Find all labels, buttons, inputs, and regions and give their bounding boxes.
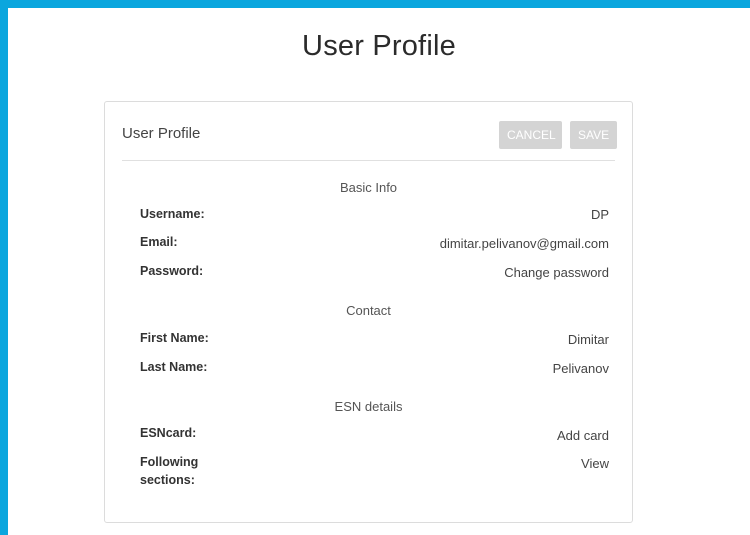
section-title-basic-info: Basic Info [339, 180, 398, 195]
first-name-value: Dimitar [567, 332, 609, 347]
following-sections-label: Following sections: [140, 455, 199, 487]
password-label: Password: [140, 264, 204, 278]
first-name-label: First Name: [140, 331, 209, 345]
username-value: DP [590, 207, 609, 222]
email-value: dimitar.pelivanov@gmail.com [439, 236, 609, 251]
last-name-value: Pelivanov [552, 361, 609, 376]
card-header: User Profile CANCEL SAVE [122, 102, 617, 161]
profile-card: User Profile CANCEL SAVE Basic Info User… [104, 101, 633, 523]
section-title-esn-details: ESN details [334, 399, 403, 414]
username-label: Username: [140, 207, 205, 221]
save-button[interactable]: SAVE [570, 121, 617, 149]
card-title: User Profile [122, 125, 201, 142]
esncard-label: ESNcard: [140, 426, 197, 440]
change-password-link[interactable]: Change password [504, 264, 609, 282]
cancel-button[interactable]: CANCEL [499, 121, 562, 149]
window-frame-top [0, 0, 750, 8]
section-title-contact: Contact [346, 303, 391, 318]
view-sections-link[interactable]: View [581, 455, 609, 473]
window-frame-left [0, 0, 8, 535]
email-label: Email: [140, 235, 178, 249]
add-card-link[interactable]: Add card [557, 427, 609, 445]
last-name-label: Last Name: [140, 360, 208, 374]
page-content: User Profile User Profile CANCEL SAVE Ba… [8, 8, 750, 535]
page-title: User Profile [302, 30, 456, 62]
